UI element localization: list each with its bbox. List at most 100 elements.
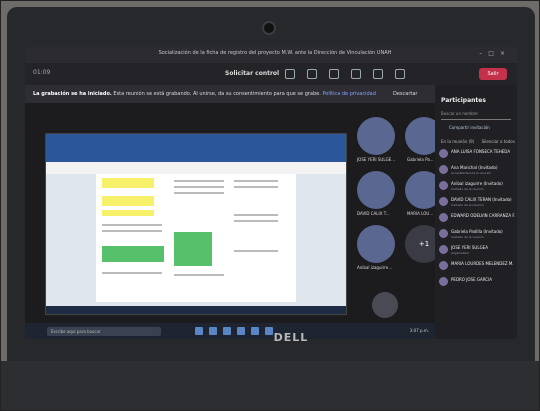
laptop-screen: Socialización de la ficha de registro de…: [25, 47, 517, 339]
dell-logo: DELL: [273, 331, 309, 344]
meeting-timer: 01:09: [33, 69, 51, 76]
laptop-bezel: [7, 7, 535, 47]
participant-row[interactable]: PEDRO JOSE GARCIA: [439, 275, 515, 289]
participant-row[interactable]: Ana Marichal (Invitado) Accesibilidad de …: [439, 163, 515, 177]
participant-name: PEDRO JOSE GARCIA: [451, 277, 493, 282]
avatar: [439, 229, 448, 238]
participant-row[interactable]: Anibal izaguirre (Invitado) Invitado de l…: [439, 179, 515, 193]
people-icon[interactable]: [307, 69, 317, 79]
recording-banner-message: Esta reunión se está grabando. Al unirse…: [113, 91, 321, 97]
recording-banner-text: La grabación se ha iniciado. Esta reunió…: [33, 91, 376, 97]
text-line: [234, 250, 278, 252]
word-ribbon: [46, 162, 346, 174]
participant-search-input[interactable]: Buscar un nombre: [441, 111, 511, 120]
text-line: [102, 272, 162, 274]
dismiss-button[interactable]: Descartar: [393, 91, 417, 97]
window-title: Socialización de la ficha de registro de…: [158, 50, 392, 56]
document-page: [96, 174, 296, 302]
photo-frame: Socialización de la ficha de registro de…: [0, 0, 540, 411]
window-titlebar: Socialización de la ficha de registro de…: [25, 47, 517, 63]
meeting-toolbar: 01:09 Solicitar control Salir: [25, 63, 517, 85]
recording-banner: La grabación se ha iniciado. Esta reunió…: [25, 85, 435, 103]
text-line: [234, 186, 278, 188]
taskbar-app-icon[interactable]: [251, 327, 259, 335]
text-line: [102, 230, 162, 232]
shared-screen: [45, 133, 347, 315]
reactions-icon[interactable]: [329, 69, 339, 79]
share-icon[interactable]: [395, 69, 405, 79]
camera-icon[interactable]: [351, 69, 361, 79]
taskbar-app-icon[interactable]: [237, 327, 245, 335]
participant-sub: Organizador: [451, 251, 470, 255]
taskbar-app-icon[interactable]: [209, 327, 217, 335]
avatar: [439, 213, 448, 222]
shared-taskbar: [46, 306, 346, 314]
avatar: [439, 245, 448, 254]
highlight-cell: [102, 196, 154, 206]
participant-row[interactable]: MARIA LOURDES MELENDEZ M.: [439, 259, 515, 273]
mic-icon[interactable]: [373, 69, 383, 79]
participant-name: JOSE YERI SULGEA: [451, 245, 488, 250]
participant-name: MARIA LOURDES MELENDEZ M.: [451, 261, 514, 266]
text-line: [234, 220, 278, 222]
windows-taskbar: Escribe aquí para buscar 3:07 p.m.: [25, 323, 435, 339]
laptop-base: [1, 361, 539, 410]
participant-name: ANA LUISA FONSECA TEHEDA: [451, 149, 511, 154]
avatar: [439, 181, 448, 190]
share-invite-button[interactable]: Compartir invitación: [449, 125, 490, 130]
webcam-icon: [264, 23, 274, 33]
in-meeting-label: En la reunión (9): [441, 139, 475, 144]
request-control-button[interactable]: Solicitar control: [225, 70, 279, 77]
taskbar-apps: [195, 327, 273, 335]
mute-all-button[interactable]: Silenciar a todos: [482, 139, 515, 144]
recording-banner-bold: La grabación se ha iniciado.: [33, 91, 112, 97]
tile-label: JOSE YERI SULGE...: [357, 157, 396, 162]
avatar: [439, 149, 448, 158]
text-line: [174, 274, 224, 276]
text-line: [102, 224, 162, 226]
participant-tile[interactable]: [357, 225, 395, 263]
participant-row[interactable]: JOSE YERI SULGEA Organizador: [439, 243, 515, 257]
highlight-cell: [174, 232, 212, 266]
tile-label: Anibal izaguirre...: [357, 265, 393, 270]
participant-row[interactable]: EDWARD ODELVIN CARRANZA F.: [439, 211, 515, 225]
taskbar-search-input[interactable]: Escribe aquí para buscar: [47, 327, 161, 336]
highlight-cell: [102, 210, 154, 216]
participant-row[interactable]: Gabriela Padilla (Invitado) Invitado de l…: [439, 227, 515, 241]
text-line: [234, 180, 278, 182]
participant-tile[interactable]: [357, 117, 395, 155]
avatar: [439, 261, 448, 270]
avatar: [439, 277, 448, 286]
word-titlebar: [46, 134, 346, 162]
chat-icon[interactable]: [285, 69, 295, 79]
toolbar-icons: [285, 69, 405, 79]
participant-sub: Invitado de la reunión: [451, 235, 484, 239]
privacy-link[interactable]: Política de privacidad: [322, 91, 375, 97]
text-line: [174, 186, 224, 188]
taskbar-app-icon[interactable]: [223, 327, 231, 335]
participant-row[interactable]: DAVID CALIX TERAN (Invitado) Invitado de …: [439, 195, 515, 209]
self-view: [372, 292, 398, 318]
leave-button[interactable]: Salir: [479, 68, 507, 80]
participant-name: Ana Marichal (Invitado): [451, 165, 498, 170]
panel-title: Participantes: [441, 97, 486, 104]
avatar: [439, 165, 448, 174]
highlight-cell: [102, 246, 164, 262]
text-line: [174, 180, 224, 182]
taskbar-clock: 3:07 p.m.: [409, 328, 429, 333]
participant-name: EDWARD ODELVIN CARRANZA F.: [451, 213, 515, 218]
participant-sub: Invitado de la reunión: [451, 203, 484, 207]
highlight-cell: [102, 178, 154, 188]
text-line: [174, 192, 224, 194]
participant-tile[interactable]: [357, 171, 395, 209]
participant-row[interactable]: ANA LUISA FONSECA TEHEDA: [439, 147, 515, 161]
participant-name: DAVID CALIX TERAN (Invitado): [451, 197, 512, 202]
window-controls[interactable]: –□×: [479, 50, 511, 57]
laptop-body: Socialización de la ficha de registro de…: [7, 7, 535, 406]
taskbar-app-icon[interactable]: [195, 327, 203, 335]
tile-label: Gabriela Pa...: [407, 157, 434, 162]
participants-panel: Participantes Buscar un nombre Compartir…: [435, 85, 517, 339]
tile-label: DAVID CALIX T...: [357, 211, 390, 216]
participant-name: Anibal izaguirre (Invitado): [451, 181, 503, 186]
text-line: [234, 214, 278, 216]
